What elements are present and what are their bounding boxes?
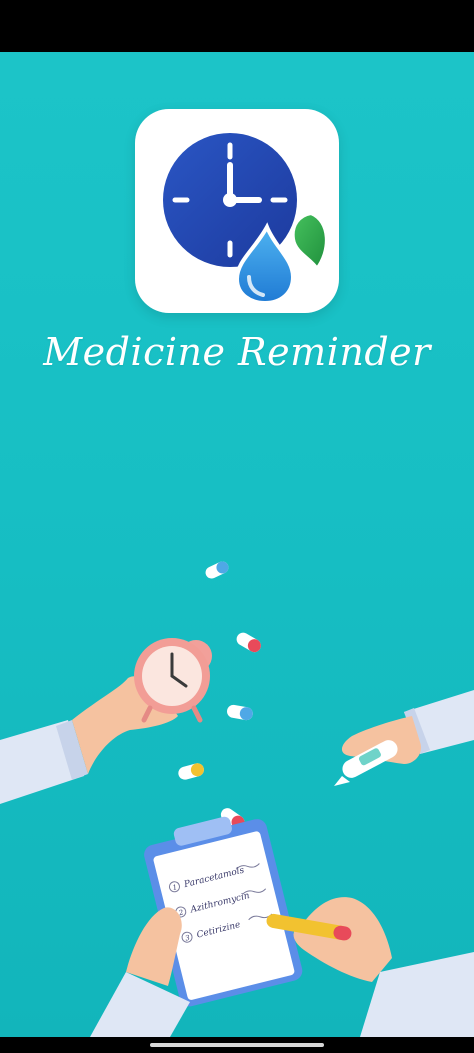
home-indicator[interactable] bbox=[150, 1043, 324, 1047]
left-arm-with-alarm-clock bbox=[0, 638, 212, 804]
pill-4 bbox=[178, 763, 204, 780]
navigation-bar bbox=[0, 1037, 474, 1053]
pill-1 bbox=[205, 561, 229, 579]
pill-2 bbox=[236, 632, 261, 653]
pill-3 bbox=[227, 704, 253, 721]
splash-background: Medicine Reminder 1 Paracetamols 2 Azith… bbox=[0, 52, 474, 1037]
splash-screen: Medicine Reminder 1 Paracetamols 2 Azith… bbox=[0, 0, 474, 1053]
medical-hands-illustration: 1 Paracetamols 2 Azithromycin 3 Cetirizi… bbox=[0, 561, 474, 1037]
right-arm-with-thermometer bbox=[334, 690, 474, 786]
status-bar bbox=[0, 0, 474, 52]
